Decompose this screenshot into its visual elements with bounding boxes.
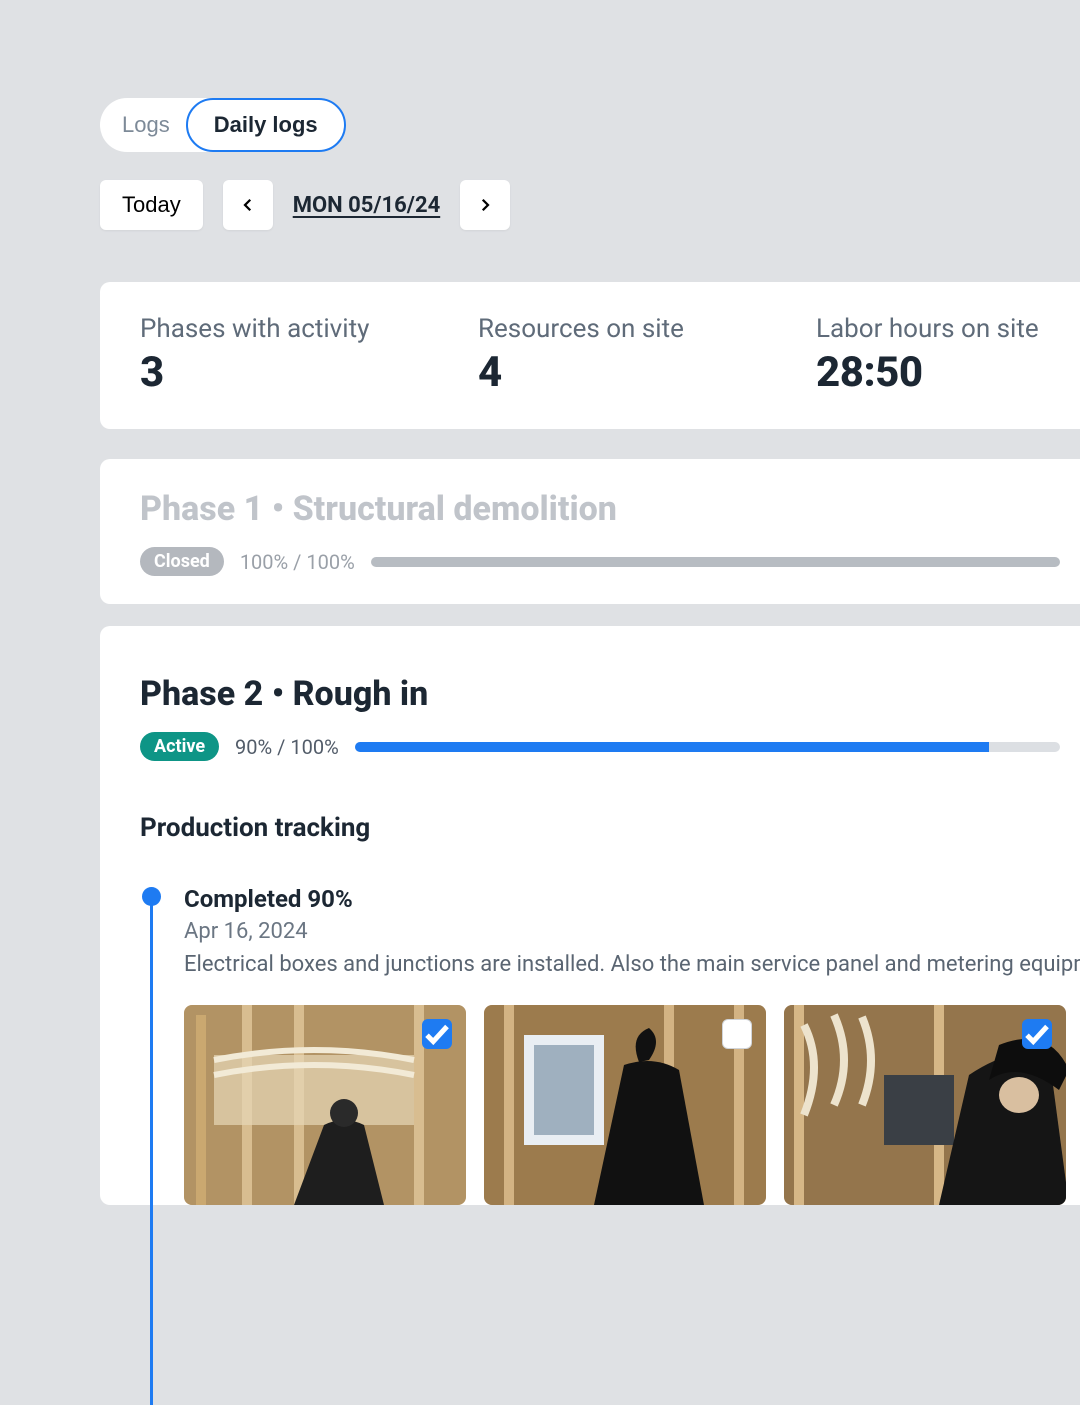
summary-card: Phases with activity 3 Resources on site… bbox=[100, 282, 1080, 429]
progress-bar bbox=[371, 557, 1060, 567]
phase-2-card: Phase 2 • Rough in Active 90% / 100% Pro… bbox=[100, 626, 1080, 1205]
photo-gallery bbox=[184, 1005, 1060, 1205]
today-button[interactable]: Today bbox=[100, 180, 203, 230]
next-day-button[interactable] bbox=[460, 180, 510, 230]
progress-text: 100% / 100% bbox=[240, 550, 355, 574]
stat-label: Resources on site bbox=[478, 314, 816, 344]
production-timeline: Completed 90% Apr 16, 2024 Electrical bo… bbox=[140, 885, 1060, 1205]
stat-labor-hours: Labor hours on site 28:50 bbox=[816, 314, 1080, 397]
status-badge: Closed bbox=[140, 547, 224, 576]
chevron-right-icon bbox=[476, 196, 494, 214]
phase-title: Phase 2 • Rough in bbox=[140, 674, 1060, 714]
stat-value: 28:50 bbox=[816, 348, 1080, 397]
timeline-entry-date: Apr 16, 2024 bbox=[184, 919, 1060, 944]
photo-thumbnail[interactable] bbox=[184, 1005, 466, 1205]
photo-selected-checkbox[interactable] bbox=[422, 1019, 452, 1049]
stat-value: 4 bbox=[478, 348, 816, 397]
prev-day-button[interactable] bbox=[223, 180, 273, 230]
stat-label: Phases with activity bbox=[140, 314, 478, 344]
stat-label: Labor hours on site bbox=[816, 314, 1080, 344]
status-badge: Active bbox=[140, 732, 219, 761]
check-icon bbox=[422, 1019, 452, 1049]
chevron-left-icon bbox=[239, 196, 257, 214]
photo-select-checkbox[interactable] bbox=[722, 1019, 752, 1049]
photo-thumbnail[interactable] bbox=[784, 1005, 1066, 1205]
current-date[interactable]: MON 05/16/24 bbox=[293, 193, 440, 218]
tab-logs[interactable]: Logs bbox=[100, 98, 192, 152]
tab-daily-logs[interactable]: Daily logs bbox=[186, 98, 346, 152]
check-icon bbox=[1022, 1019, 1052, 1049]
stat-resources: Resources on site 4 bbox=[478, 314, 816, 397]
section-heading: Production tracking bbox=[140, 813, 1060, 843]
timeline-entry-title: Completed 90% bbox=[184, 885, 1060, 913]
phase-1-card[interactable]: Phase 1 • Structural demolition Closed 1… bbox=[100, 459, 1080, 604]
timeline-entry-description: Electrical boxes and junctions are insta… bbox=[184, 952, 1060, 977]
progress-bar bbox=[355, 742, 1060, 752]
photo-thumbnail[interactable] bbox=[484, 1005, 766, 1205]
timeline-dot-icon bbox=[142, 887, 161, 906]
photo-selected-checkbox[interactable] bbox=[1022, 1019, 1052, 1049]
date-navigation: Today MON 05/16/24 bbox=[100, 180, 1080, 230]
view-tabs: Logs Daily logs bbox=[100, 98, 346, 152]
stat-value: 3 bbox=[140, 348, 478, 397]
phase-title: Phase 1 • Structural demolition bbox=[140, 489, 1060, 529]
stat-phases: Phases with activity 3 bbox=[140, 314, 478, 397]
progress-text: 90% / 100% bbox=[235, 735, 339, 759]
